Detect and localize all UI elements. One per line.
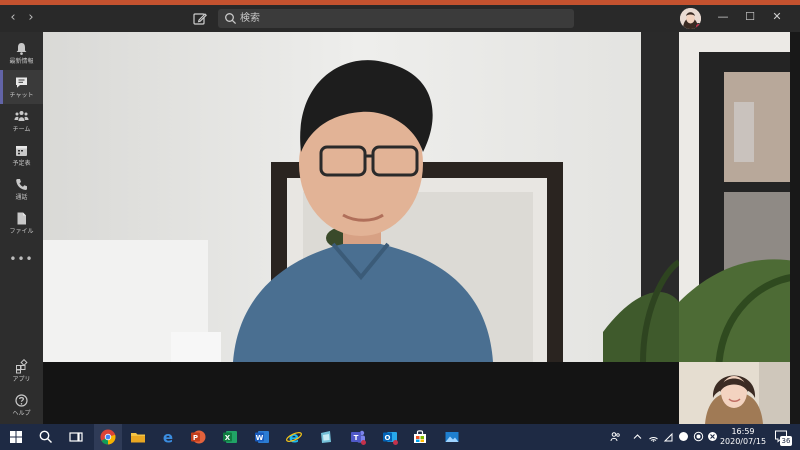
rail-item-teams[interactable]: チーム xyxy=(0,104,43,138)
clock-time: 16:59 xyxy=(731,427,755,436)
rail-item-apps[interactable]: アプリ xyxy=(0,354,43,388)
status-dot xyxy=(695,23,701,29)
excel-icon[interactable]: X xyxy=(220,427,240,447)
svg-text:e: e xyxy=(289,429,299,447)
participant-video-image xyxy=(43,32,679,362)
room-window-image xyxy=(679,32,800,363)
svg-text:O: O xyxy=(385,434,391,442)
compose-icon[interactable] xyxy=(192,11,208,27)
maximize-icon[interactable]: ☐ xyxy=(743,10,757,24)
file-icon xyxy=(17,212,26,225)
svg-text:e: e xyxy=(163,429,173,447)
teams-icon[interactable]: T xyxy=(348,427,368,447)
svg-text:X: X xyxy=(225,434,231,442)
search-icon xyxy=(225,13,237,25)
self-video-image xyxy=(679,362,790,424)
close-icon[interactable]: ✕ xyxy=(770,10,784,24)
rail-item-files[interactable]: ファイル xyxy=(0,206,43,240)
video-right-panel xyxy=(679,32,800,363)
svg-text:W: W xyxy=(256,434,264,442)
rail-label: ファイル xyxy=(9,228,34,235)
rail-label: 最新情報 xyxy=(9,58,34,65)
windows-start-icon[interactable] xyxy=(6,427,26,447)
rail-label: 予定表 xyxy=(12,160,31,167)
help-icon xyxy=(15,394,28,407)
calendar-icon xyxy=(16,146,27,156)
more-apps-icon[interactable]: ••• xyxy=(0,252,43,266)
svg-text:T: T xyxy=(354,434,359,442)
outlook-icon[interactable]: O xyxy=(380,427,400,447)
forward-arrow-icon[interactable]: › xyxy=(24,11,38,25)
profile-avatar[interactable] xyxy=(680,8,701,29)
back-arrow-icon[interactable]: ‹ xyxy=(6,11,20,25)
network-icon[interactable] xyxy=(648,431,659,442)
rail-label: アプリ xyxy=(12,376,31,383)
notification-badge: 36 xyxy=(780,436,792,446)
apps-icon xyxy=(16,359,28,374)
internet-explorer-icon[interactable]: e xyxy=(284,427,304,447)
right-edge xyxy=(790,32,800,424)
minimize-icon[interactable]: — xyxy=(716,10,730,24)
photos-icon[interactable] xyxy=(442,427,462,447)
rail-item-chat[interactable]: チャット xyxy=(0,70,43,104)
self-preview-video xyxy=(679,362,790,424)
chevron-up-icon[interactable] xyxy=(632,431,643,442)
windows-taskbar: e P X W e T O 16:59 2020/07/15 36 xyxy=(0,424,800,450)
search-icon[interactable] xyxy=(36,427,56,447)
search-box[interactable]: 検索 xyxy=(218,9,574,28)
chrome-icon[interactable] xyxy=(98,427,118,447)
title-bar: ‹ › 検索 — ☐ ✕ xyxy=(0,5,800,32)
rail-label: チャット xyxy=(9,92,34,99)
teams-window: ‹ › 検索 — ☐ ✕ 最新情報 チャット チーム 予定表 通話 ファイル •… xyxy=(0,0,800,450)
rail-label: 通話 xyxy=(15,194,28,201)
search-placeholder: 検索 xyxy=(240,13,260,24)
taskbar-clock[interactable]: 16:59 2020/07/15 xyxy=(718,427,768,447)
powerpoint-icon[interactable]: P xyxy=(188,427,208,447)
store-icon[interactable] xyxy=(410,427,430,447)
word-icon[interactable]: W xyxy=(252,427,272,447)
chat-icon xyxy=(16,77,27,88)
volume-icon[interactable] xyxy=(678,431,689,442)
bell-icon xyxy=(16,43,27,55)
main-video-feed xyxy=(43,32,679,362)
teams-icon xyxy=(14,111,29,121)
people-icon[interactable] xyxy=(610,431,621,442)
app-icon[interactable] xyxy=(316,427,336,447)
rail-item-calls[interactable]: 通話 xyxy=(0,172,43,206)
close-circle-icon[interactable] xyxy=(707,431,718,442)
rail-item-help[interactable]: ヘルプ xyxy=(0,388,43,422)
rail-item-activity[interactable]: 最新情報 xyxy=(0,36,43,70)
rail-label: ヘルプ xyxy=(12,410,31,417)
phone-icon xyxy=(16,179,27,190)
wifi-icon[interactable] xyxy=(663,431,674,442)
status-circle-icon[interactable] xyxy=(693,431,704,442)
task-view-icon[interactable] xyxy=(66,427,86,447)
clock-date: 2020/07/15 xyxy=(719,437,767,446)
edge-icon[interactable]: e xyxy=(158,427,178,447)
rail-label: チーム xyxy=(12,126,31,133)
video-gallery-empty xyxy=(43,362,679,424)
rail-item-calendar[interactable]: 予定表 xyxy=(0,138,43,172)
file-explorer-icon[interactable] xyxy=(128,427,148,447)
svg-text:P: P xyxy=(193,434,198,442)
left-rail: 最新情報 チャット チーム 予定表 通話 ファイル ••• アプリ ヘルプ xyxy=(0,32,43,424)
